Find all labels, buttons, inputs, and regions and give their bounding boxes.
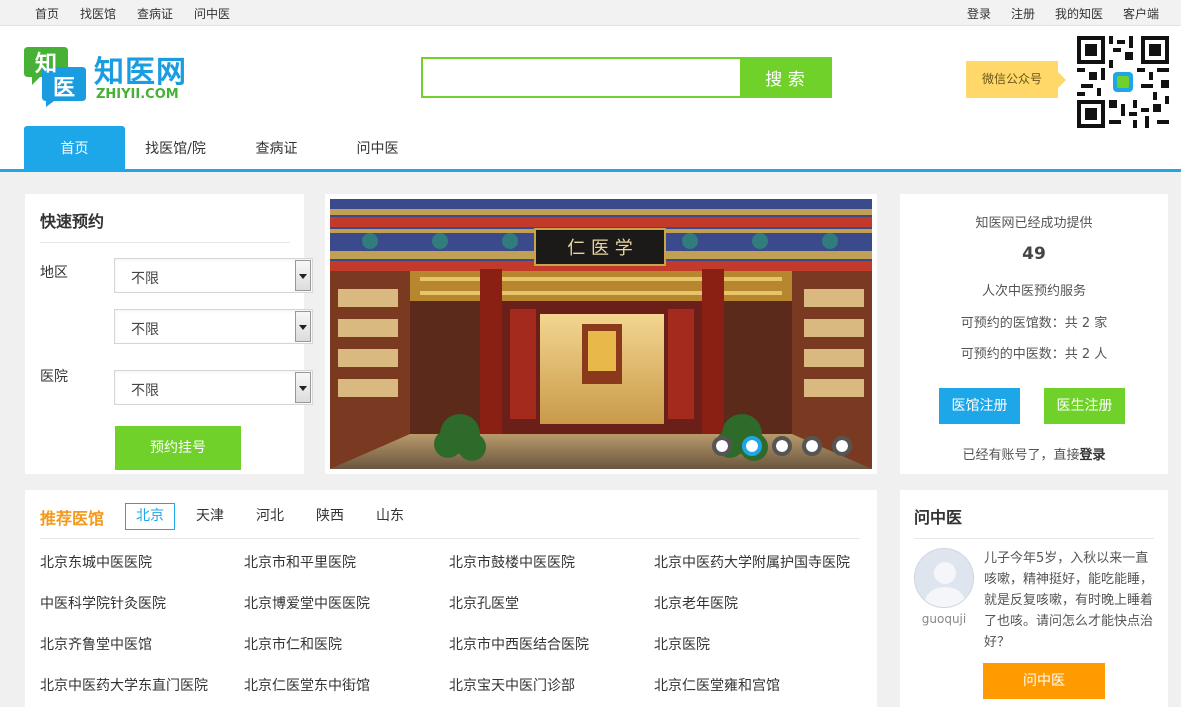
clinic-link[interactable]: 北京市鼓楼中医医院 <box>449 552 575 572</box>
site-header: 知 医 知医网 ZHIYII.COM 搜 索 微信公众号 首页 找医馆/院 查病… <box>0 26 1181 172</box>
client-app-link[interactable]: 客户端 <box>1123 5 1159 22</box>
stats-service: 人次中医预约服务 <box>981 284 1086 299</box>
carousel-dot-4[interactable] <box>802 436 822 456</box>
carousel-dot-5[interactable] <box>832 436 852 456</box>
clinic-link[interactable]: 北京东城中医医院 <box>40 552 152 572</box>
region-tab-beijing[interactable]: 北京 <box>125 503 175 530</box>
recommended-title: 推荐医馆 <box>40 509 105 528</box>
divider <box>914 538 1154 539</box>
hospital-label: 医院 <box>40 369 68 385</box>
banner-image: 仁 医 学 <box>330 199 872 469</box>
search-button[interactable]: 搜 索 <box>740 59 830 96</box>
region-select-city-value: 不限 <box>131 322 159 338</box>
region-tab-shaanxi[interactable]: 陕西 <box>305 503 355 530</box>
my-account-link[interactable]: 我的知医 <box>1055 5 1103 22</box>
chevron-down-icon[interactable] <box>295 260 311 291</box>
site-logo[interactable]: 知 医 知医网 ZHIYII.COM <box>24 43 194 107</box>
search-bar: 搜 索 <box>421 57 832 98</box>
tab-find-clinic[interactable]: 找医馆/院 <box>125 126 226 172</box>
recommended-clinics-panel: 推荐医馆 北京 天津 河北 陕西 山东 北京东城中医医院 北京市和平里医院 北京… <box>25 490 877 707</box>
hospital-select-value: 不限 <box>131 383 159 399</box>
quick-booking-panel: 快速预约 地区 不限 不限 医院 不限 预约挂号 <box>25 194 313 474</box>
qr-code-icon <box>1077 36 1169 128</box>
clinic-link[interactable]: 中医科学院针灸医院 <box>40 593 166 613</box>
region-select-province[interactable]: 不限 <box>114 258 313 293</box>
top-link-find-clinic[interactable]: 找医馆 <box>80 5 116 22</box>
clinic-link[interactable]: 北京市仁和医院 <box>244 634 342 654</box>
clinic-link[interactable]: 北京仁医堂东中街馆 <box>244 675 370 695</box>
logo-name-en: ZHIYII.COM <box>96 87 179 102</box>
region-select-province-value: 不限 <box>131 271 159 287</box>
main-nav: 首页 找医馆/院 查病证 问中医 <box>24 126 428 172</box>
stats-count: 49 <box>1022 244 1046 264</box>
top-nav-right: 登录 注册 我的知医 客户端 <box>967 5 1159 22</box>
login-prompt-link[interactable]: 登录 <box>1080 448 1106 463</box>
book-appointment-button[interactable]: 预约挂号 <box>115 426 241 470</box>
clinic-link[interactable]: 北京中医药大学东直门医院 <box>40 675 208 695</box>
carousel-dot-3[interactable] <box>772 436 792 456</box>
top-bar: 首页 找医馆 查病证 问中医 登录 注册 我的知医 客户端 <box>0 0 1181 26</box>
question-text[interactable]: 儿子今年5岁，入秋以来一直咳嗽，精神挺好，能吃能睡，就是反复咳嗽，有时晚上睡着了… <box>984 548 1154 653</box>
clinic-link[interactable]: 北京仁医堂雍和宫馆 <box>654 675 780 695</box>
stats-clinics: 可预约的医馆数：共 2 家 <box>960 316 1108 331</box>
logo-glyph-top: 知 <box>35 51 57 77</box>
chevron-down-icon[interactable] <box>295 372 311 403</box>
carousel-dot-1[interactable] <box>712 436 732 456</box>
top-nav-left: 首页 找医馆 查病证 问中医 <box>35 5 230 22</box>
doctor-register-button[interactable]: 医生注册 <box>1044 388 1125 424</box>
stats-panel: 知医网已经成功提供 49 人次中医预约服务 可预约的医馆数：共 2 家 可预约的… <box>900 194 1168 474</box>
clinic-link[interactable]: 北京老年医院 <box>654 593 738 613</box>
login-link[interactable]: 登录 <box>967 5 991 22</box>
top-link-home[interactable]: 首页 <box>35 5 59 22</box>
ask-tcm-button[interactable]: 问中医 <box>983 663 1105 699</box>
hospital-select[interactable]: 不限 <box>114 370 313 405</box>
region-tab-shandong[interactable]: 山东 <box>365 503 415 530</box>
login-prompt-text: 已经有账号了，直接 <box>962 448 1080 463</box>
question-username[interactable]: guoquji <box>914 612 974 626</box>
tab-ask-tcm[interactable]: 问中医 <box>327 126 428 172</box>
clinic-link[interactable]: 北京医院 <box>654 634 710 654</box>
banner-sign-text: 仁 医 学 <box>567 238 632 259</box>
ask-tcm-title: 问中医 <box>914 508 963 527</box>
tab-home[interactable]: 首页 <box>24 126 125 172</box>
clinic-link[interactable]: 北京孔医堂 <box>449 593 519 613</box>
chevron-down-icon[interactable] <box>295 311 311 342</box>
clinic-link[interactable]: 北京宝天中医门诊部 <box>449 675 575 695</box>
clinic-link[interactable]: 北京中医药大学附属护国寺医院 <box>654 552 850 572</box>
logo-mark-icon: 知 医 <box>24 47 86 107</box>
quick-booking-title: 快速预约 <box>40 212 105 231</box>
region-tab-hebei[interactable]: 河北 <box>245 503 295 530</box>
banner-carousel[interactable]: 仁 医 学 <box>325 194 877 474</box>
clinic-link[interactable]: 北京市和平里医院 <box>244 552 356 572</box>
user-avatar-icon <box>915 549 973 607</box>
region-label: 地区 <box>40 265 68 281</box>
stats-doctors: 可预约的中医数：共 2 人 <box>960 347 1108 362</box>
logo-glyph-bottom: 医 <box>53 76 75 101</box>
login-prompt: 已经有账号了，直接登录 <box>900 444 1168 463</box>
search-input[interactable] <box>423 59 741 96</box>
register-link[interactable]: 注册 <box>1011 5 1035 22</box>
logo-name-cn: 知医网 <box>94 55 187 90</box>
carousel-dot-2[interactable] <box>742 436 762 456</box>
stats-intro: 知医网已经成功提供 <box>975 216 1093 231</box>
top-link-ask-tcm[interactable]: 问中医 <box>194 5 230 22</box>
divider <box>40 242 290 243</box>
clinic-link[interactable]: 北京市中西医结合医院 <box>449 634 589 654</box>
avatar[interactable] <box>914 548 974 608</box>
top-link-check-disease[interactable]: 查病证 <box>137 5 173 22</box>
clinic-link[interactable]: 北京齐鲁堂中医馆 <box>40 634 152 654</box>
wechat-label: 微信公众号 <box>966 61 1066 98</box>
tab-check-disease[interactable]: 查病证 <box>226 126 327 172</box>
clinic-register-button[interactable]: 医馆注册 <box>939 388 1020 424</box>
region-select-city[interactable]: 不限 <box>114 309 313 344</box>
region-tabs: 北京 天津 河北 陕西 山东 <box>125 503 425 530</box>
clinic-link[interactable]: 北京博爱堂中医医院 <box>244 593 370 613</box>
ask-tcm-panel: 问中医 guoquji 儿子今年5岁，入秋以来一直咳嗽，精神挺好，能吃能睡，就是… <box>900 490 1168 707</box>
carousel-indicators <box>712 436 852 456</box>
region-tab-tianjin[interactable]: 天津 <box>185 503 235 530</box>
divider <box>40 538 860 539</box>
